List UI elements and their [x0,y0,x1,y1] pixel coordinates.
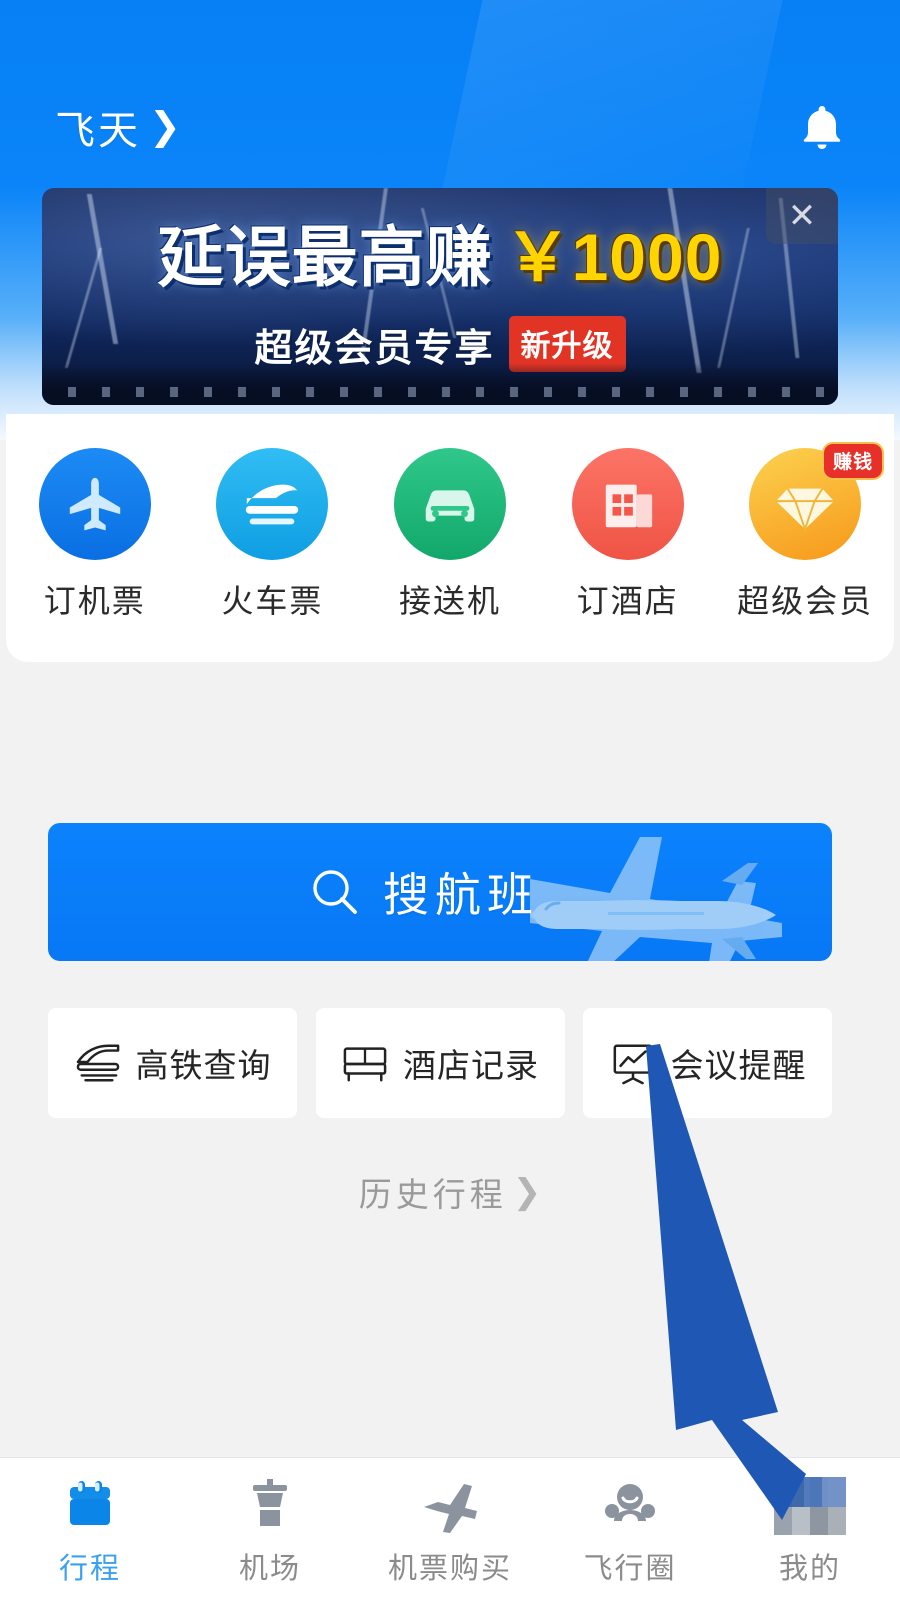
quick-entry-row: 订机票 火车票 接送机 订酒店 赚钱 超级会员 [6,442,894,622]
group-people-icon [601,1476,659,1536]
chevron-right-icon: ❯ [512,1173,542,1211]
train-icon [216,448,329,560]
quick-entry-train[interactable]: 火车票 [197,448,347,622]
tab-label: 行程 [58,1553,121,1585]
tile-high-speed-rail[interactable]: 高铁查询 [48,1008,297,1118]
close-icon[interactable]: ✕ [766,188,838,244]
tile-label: 酒店记录 [403,1047,539,1084]
tile-meeting-reminder[interactable]: 会议提醒 [583,1008,832,1118]
quick-entry-label: 超级会员 [737,583,874,619]
calendar-icon [61,1476,119,1536]
hotel-icon [571,448,684,560]
search-button-label: 搜航班 [383,869,539,921]
tab-trips[interactable]: 行程 [5,1476,175,1587]
quick-entry-label: 订机票 [43,583,146,619]
city-skyline-decor [42,363,838,405]
bed-icon [343,1047,387,1082]
quick-entry-label: 订酒店 [576,583,679,619]
tile-label: 会议提醒 [670,1047,807,1084]
chevron-right-icon: ❯ [149,106,181,148]
tab-label: 机场 [238,1553,301,1585]
history-trips-link[interactable]: 历史行程 ❯ [0,1168,900,1216]
mosaic-redacted-icon [774,1476,846,1536]
tab-ticket-purchase[interactable]: 机票购买 [365,1476,535,1587]
tab-label: 飞行圈 [583,1553,677,1585]
promo-banner[interactable]: 延误最高赚 ￥1000 超级会员专享 新升级 ✕ [42,188,838,405]
quick-entry-label: 接送机 [398,583,501,619]
skyline-lights [42,387,838,397]
car-icon [393,448,506,560]
search-flight-button[interactable]: 搜航班 [48,823,832,961]
quick-entry-card: 订机票 火车票 接送机 订酒店 赚钱 超级会员 [6,414,894,662]
tab-airport[interactable]: 机场 [185,1476,355,1587]
quick-entry-label: 火车票 [221,583,324,619]
airplane-icon [38,448,151,560]
tab-mine[interactable]: 我的 [725,1476,895,1587]
bell-icon[interactable] [799,102,845,152]
control-tower-icon [241,1476,299,1536]
quick-entry-hotel[interactable]: 订酒店 [553,448,703,622]
presentation-board-icon [613,1044,652,1085]
banner-headline-amount: ￥1000 [504,220,723,294]
shortcut-tiles: 高铁查询 酒店记录 会议提醒 [48,1008,832,1118]
banner-headline-main: 延误最高赚 [157,220,493,294]
tab-label: 机票购买 [387,1553,512,1585]
search-button-content: 搜航班 [309,859,539,925]
quick-entry-super-member[interactable]: 赚钱 超级会员 [730,442,885,622]
tab-flight-circle[interactable]: 飞行圈 [545,1476,715,1587]
quick-entry-flight[interactable]: 订机票 [20,448,170,622]
tile-label: 高铁查询 [135,1047,272,1084]
bottom-tab-bar: 行程 机场 机票购买 飞行圈 我的 [0,1457,900,1600]
tile-hotel-records[interactable]: 酒店记录 [315,1008,565,1118]
quick-entry-transfer[interactable]: 接送机 [375,448,525,622]
history-trips-label: 历史行程 [358,1176,507,1213]
app-header: 飞天 ❯ [0,88,900,166]
plane-tilt-icon [420,1476,480,1536]
earn-money-badge: 赚钱 [822,442,885,480]
brand-name: 飞天 [55,109,141,153]
high-speed-rail-icon [76,1044,119,1082]
banner-headline: 延误最高赚 ￥1000 [42,224,838,290]
brand-link[interactable]: 飞天 ❯ [55,98,181,156]
tab-label: 我的 [778,1553,841,1585]
search-icon [313,870,357,914]
